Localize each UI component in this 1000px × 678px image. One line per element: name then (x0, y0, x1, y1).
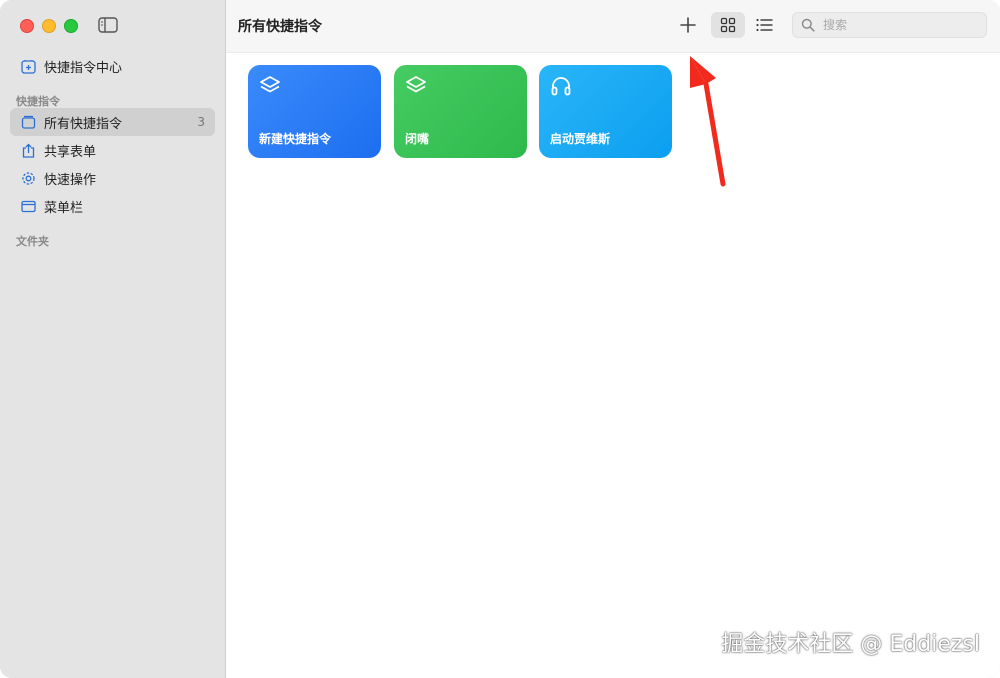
shortcuts-window: 快捷指令中心 快捷指令 所有快捷指令 3 共享表单 快速操作 菜单栏 文件夹 所… (0, 0, 1000, 678)
gallery-icon (20, 58, 36, 74)
sidebar: 快捷指令中心 快捷指令 所有快捷指令 3 共享表单 快速操作 菜单栏 文件夹 (0, 0, 226, 678)
shortcut-title: 启动贾维斯 (550, 132, 611, 146)
section-label-shortcuts: 快捷指令 (16, 95, 60, 108)
sidebar-item-label: 快速操作 (44, 172, 97, 188)
annotation-arrow-icon (690, 56, 726, 187)
sidebar-item-label: 菜单栏 (44, 200, 84, 216)
sidebar-item-quick-actions[interactable]: 快速操作 (10, 164, 215, 192)
zoom-button[interactable] (64, 19, 78, 33)
sidebar-item-share-sheet[interactable]: 共享表单 (10, 136, 215, 164)
shortcut-card-jarvis[interactable]: 启动贾维斯 (539, 65, 672, 158)
page-title: 所有快捷指令 (238, 19, 322, 35)
list-icon (756, 18, 773, 32)
shortcut-card-new[interactable]: 新建快捷指令 (248, 65, 381, 158)
headphones-icon (551, 77, 571, 96)
search-field[interactable] (792, 12, 987, 38)
gear-icon (20, 170, 36, 186)
section-label-folders: 文件夹 (16, 235, 49, 248)
grid-icon (720, 17, 736, 33)
share-icon (20, 142, 36, 158)
sidebar-toggle-icon[interactable] (98, 17, 118, 33)
minimize-button[interactable] (42, 19, 56, 33)
search-input[interactable] (821, 17, 975, 33)
shortcut-title: 闭嘴 (405, 132, 430, 146)
item-count: 3 (197, 115, 205, 129)
grid-view-button[interactable] (711, 12, 745, 38)
menubar-icon (20, 198, 36, 214)
add-shortcut-button[interactable] (678, 15, 698, 35)
list-view-button[interactable] (754, 15, 774, 35)
layers-icon (406, 76, 426, 93)
shortcut-title: 新建快捷指令 (259, 132, 332, 146)
stack-icon (20, 114, 36, 130)
toolbar: 所有快捷指令 (226, 0, 1000, 53)
main-content: 所有快捷指令 新建快捷指令 闭嘴 启 (226, 0, 1000, 678)
watermark: 掘金技术社区 @ Eddiezsl (721, 632, 980, 657)
sidebar-item-label: 共享表单 (44, 144, 97, 160)
shortcut-card-shut-up[interactable]: 闭嘴 (394, 65, 527, 158)
sidebar-item-gallery[interactable]: 快捷指令中心 (10, 52, 215, 80)
layers-icon (260, 76, 280, 93)
sidebar-item-all-shortcuts[interactable]: 所有快捷指令 3 (10, 108, 215, 136)
plus-icon (680, 17, 696, 33)
sidebar-item-menu-bar[interactable]: 菜单栏 (10, 192, 215, 220)
sidebar-item-label: 快捷指令中心 (44, 60, 123, 76)
close-button[interactable] (20, 19, 34, 33)
search-icon (801, 18, 815, 32)
window-controls (20, 19, 78, 33)
sidebar-item-label: 所有快捷指令 (44, 116, 123, 132)
